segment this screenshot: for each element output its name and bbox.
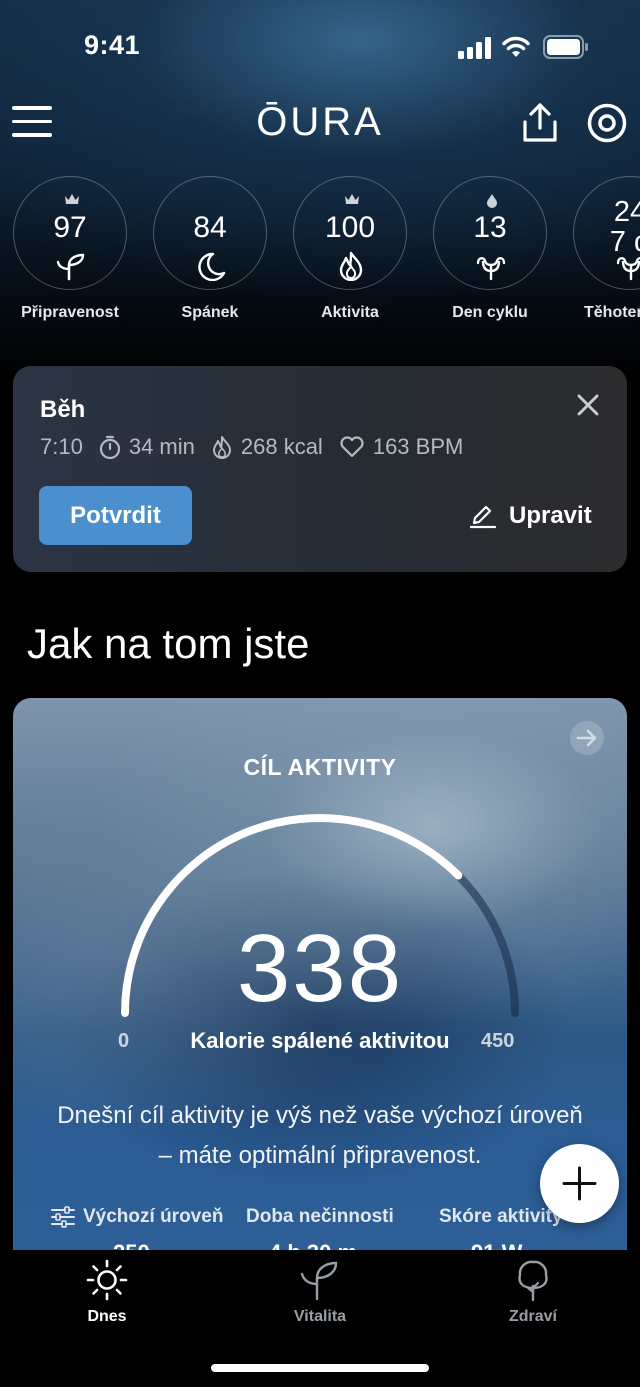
score-readiness[interactable]: 97 Připravenost	[12, 176, 128, 322]
wifi-icon	[502, 36, 530, 57]
workout-meta: 7:10 34 min 268 kcal 163 BPM	[40, 432, 479, 462]
ring-icon[interactable]	[586, 102, 628, 144]
cellular-signal-icon	[458, 37, 491, 59]
workout-heart-rate-item: 163 BPM	[339, 434, 464, 460]
score-label: Připravenost	[21, 304, 119, 321]
flame-icon	[339, 251, 363, 281]
workout-calories-item: 268 kcal	[211, 434, 323, 460]
calories-value: 338	[236, 915, 404, 1022]
score-activity[interactable]: 100 Aktivita	[292, 176, 408, 322]
stat-baseline: Výchozí úroveň	[51, 1206, 223, 1228]
uterus-icon	[476, 257, 506, 281]
workout-heart-rate: 163 BPM	[372, 434, 464, 459]
sprout-icon	[56, 253, 85, 281]
score-ring: 97	[13, 176, 127, 290]
uterus-icon	[616, 257, 640, 281]
stat-label: Výchozí úroveň	[83, 1206, 224, 1227]
score-label: Spánek	[181, 304, 239, 321]
score-label: Den cyklu	[452, 304, 528, 321]
score-ring: 84	[153, 176, 267, 290]
score-value: 13	[473, 211, 507, 244]
score-value: 97	[53, 211, 87, 244]
workout-duration-item: 34 min	[99, 434, 195, 460]
stopwatch-icon	[99, 435, 120, 459]
moon-icon	[198, 252, 226, 281]
status-time: 9:41	[84, 30, 141, 60]
share-icon[interactable]	[520, 102, 560, 144]
crown-icon	[65, 194, 79, 204]
scores-row: 97 Připravenost 84 Spánek 100 Aktivita 1…	[0, 176, 640, 336]
nav-label: Zdraví	[508, 1308, 557, 1325]
workout-card: Běh 7:10 34 min 268 kcal 163 BPM Potvrdi…	[13, 366, 627, 572]
plus-icon	[562, 1166, 597, 1201]
activity-goal-card[interactable]: CÍL AKTIVITY 338 0 Kalorie spálené aktiv…	[13, 698, 627, 1258]
nav-vitality[interactable]: Vitalita	[250, 1258, 390, 1326]
flame-icon	[212, 436, 231, 459]
stat-label: Skóre aktivity	[439, 1206, 563, 1227]
score-value: 24 7 d	[574, 197, 640, 257]
workout-start-time: 7:10	[40, 434, 83, 459]
stat-inactive-time: Doba nečinnosti	[246, 1206, 394, 1228]
nav-today[interactable]: Dnes	[37, 1258, 177, 1326]
score-pregnancy[interactable]: 24 7 d Těhotenství	[572, 176, 640, 322]
section-title: Jak na tom jste	[27, 620, 310, 667]
logo-text: ŌURA	[256, 100, 384, 144]
pencil-icon	[469, 505, 497, 529]
tree-icon	[518, 1260, 548, 1302]
sprout-icon	[300, 1261, 338, 1301]
score-value: 84	[193, 211, 227, 244]
score-ring: 24 7 d	[573, 176, 640, 290]
nav-label: Vitalita	[293, 1308, 347, 1325]
status-bar: 9:41	[0, 0, 640, 96]
battery-icon	[543, 35, 588, 59]
score-label: Těhotenství	[584, 304, 640, 321]
nav-health[interactable]: Zdraví	[463, 1258, 603, 1326]
home-indicator	[211, 1364, 429, 1372]
arrow-right-icon[interactable]	[569, 720, 605, 756]
workout-calories: 268 kcal	[240, 434, 323, 459]
crown-icon	[345, 194, 359, 204]
score-sleep[interactable]: 84 Spánek	[152, 176, 268, 322]
bottom-nav: Dnes Vitalita Zdraví	[0, 1250, 640, 1387]
workout-title: Běh	[40, 396, 86, 423]
drop-icon	[487, 194, 497, 208]
app-header: ŌURA	[0, 96, 640, 156]
edit-label: Upravit	[509, 502, 592, 529]
score-ring: 100	[293, 176, 407, 290]
sliders-icon	[51, 1206, 75, 1228]
sun-icon	[86, 1259, 128, 1301]
card-heading: CÍL AKTIVITY	[243, 754, 397, 780]
score-cycle-day[interactable]: 13 Den cyklu	[432, 176, 548, 322]
score-value: 100	[324, 211, 376, 244]
heart-icon	[340, 436, 364, 458]
add-button[interactable]	[540, 1144, 619, 1223]
card-description: Dnešní cíl aktivity je výš než vaše vých…	[57, 1102, 583, 1169]
stat-label: Doba nečinnosti	[246, 1206, 394, 1227]
close-icon[interactable]	[577, 394, 599, 416]
nav-label: Dnes	[87, 1308, 127, 1325]
gauge-label: Kalorie spálené aktivitou	[190, 1028, 450, 1053]
pregnancy-weeks: 24	[613, 196, 640, 228]
score-ring: 13	[433, 176, 547, 290]
workout-duration: 34 min	[128, 434, 195, 459]
stat-activity-score: Skóre aktivity	[439, 1206, 563, 1228]
gauge-max: 450	[481, 1030, 515, 1052]
score-label: Aktivita	[321, 304, 379, 321]
confirm-button[interactable]: Potvrdit	[39, 486, 192, 545]
app-screen: 9:41 ŌURA 97 Připravenost 84 Spánek 100 …	[0, 0, 640, 1387]
edit-button[interactable]: Upravit	[469, 498, 592, 534]
